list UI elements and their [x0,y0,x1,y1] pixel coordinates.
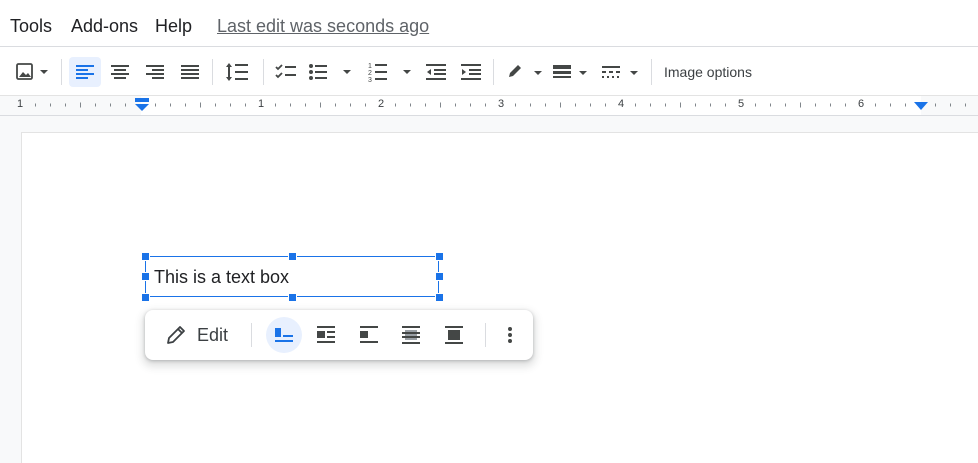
border-color-icon [509,65,542,77]
text-box-content[interactable]: This is a text box [154,267,289,288]
edit-button[interactable]: Edit [165,321,228,349]
ruler-number: 5 [738,98,745,110]
increase-indent-button[interactable] [455,57,487,87]
menu-add-ons[interactable]: Add-ons [71,16,138,36]
ruler-number: 6 [858,98,865,110]
checklist-button[interactable] [270,57,302,87]
resize-handle[interactable] [435,293,444,302]
align-right-icon [146,65,164,79]
ruler-number: 1 [258,98,265,110]
border-weight-icon [553,65,587,78]
resize-handle[interactable] [141,293,150,302]
floating-image-toolbar: Edit [145,310,533,360]
menu-help[interactable]: Help [155,16,192,36]
align-left-icon [76,65,94,79]
menu-bar: Tools Add-ons Help Last edit was seconds… [0,0,978,46]
resize-handle[interactable] [141,252,150,261]
wrap-text-icon [317,326,335,343]
more-options-button[interactable] [492,317,528,353]
in-front-of-text-icon [445,326,463,344]
wrap-in-line-button[interactable] [266,317,302,353]
wrap-in-line-icon [275,328,293,342]
bulleted-list-button[interactable] [305,57,355,87]
break-text-button[interactable] [351,317,387,353]
numbered-list-icon: 1 2 3 [368,63,411,83]
border-dash-button[interactable] [599,57,643,87]
svg-text:3: 3 [368,77,372,83]
resize-handle[interactable] [288,293,297,302]
ruler-number: 3 [498,98,505,110]
align-center-icon [111,65,129,79]
insert-image-button[interactable] [8,57,54,87]
align-right-button[interactable] [139,57,171,87]
justify-button[interactable] [174,57,206,87]
border-color-button[interactable] [503,57,545,87]
menu-tools[interactable]: Tools [10,16,52,36]
decrease-indent-button[interactable] [420,57,452,87]
increase-indent-icon [461,64,481,80]
svg-text:2: 2 [368,70,372,77]
align-center-button[interactable] [104,57,136,87]
right-indent-marker-icon[interactable] [913,102,929,112]
decrease-indent-icon [426,64,446,80]
resize-handle[interactable] [141,272,150,281]
border-weight-button[interactable] [549,57,591,87]
text-box[interactable]: This is a text box [145,256,439,297]
behind-text-icon [402,326,420,344]
last-edit-link[interactable]: Last edit was seconds ago [217,16,429,36]
align-left-button[interactable] [69,57,101,87]
line-spacing-button[interactable] [220,57,254,87]
svg-text:1: 1 [368,63,372,70]
resize-handle[interactable] [288,252,297,261]
edit-label[interactable]: Edit [197,325,228,346]
document-page[interactable] [22,133,978,463]
ruler-number: 4 [618,98,625,110]
resize-handle[interactable] [435,252,444,261]
more-vert-icon [508,327,512,343]
ruler: 1 1 2 3 4 5 6 [0,95,978,116]
pencil-icon [167,326,185,344]
behind-text-button[interactable] [393,317,429,353]
checklist-icon [275,64,296,79]
line-spacing-icon [226,63,248,81]
ruler-number: 2 [378,98,385,110]
insert-image-icon [16,63,48,80]
resize-handle[interactable] [435,272,444,281]
break-text-icon [360,326,378,343]
wrap-text-button[interactable] [308,317,344,353]
border-dash-icon [602,66,638,78]
justify-icon [181,65,199,79]
numbered-list-button[interactable]: 1 2 3 [365,57,415,87]
image-options-button[interactable]: Image options [664,62,752,82]
in-front-of-text-button[interactable] [436,317,472,353]
bulleted-list-icon [309,64,351,80]
toolbar: 1 2 3 Image options [0,46,978,96]
left-indent-marker-icon[interactable] [134,98,150,112]
ruler-number: 1 [17,98,24,110]
